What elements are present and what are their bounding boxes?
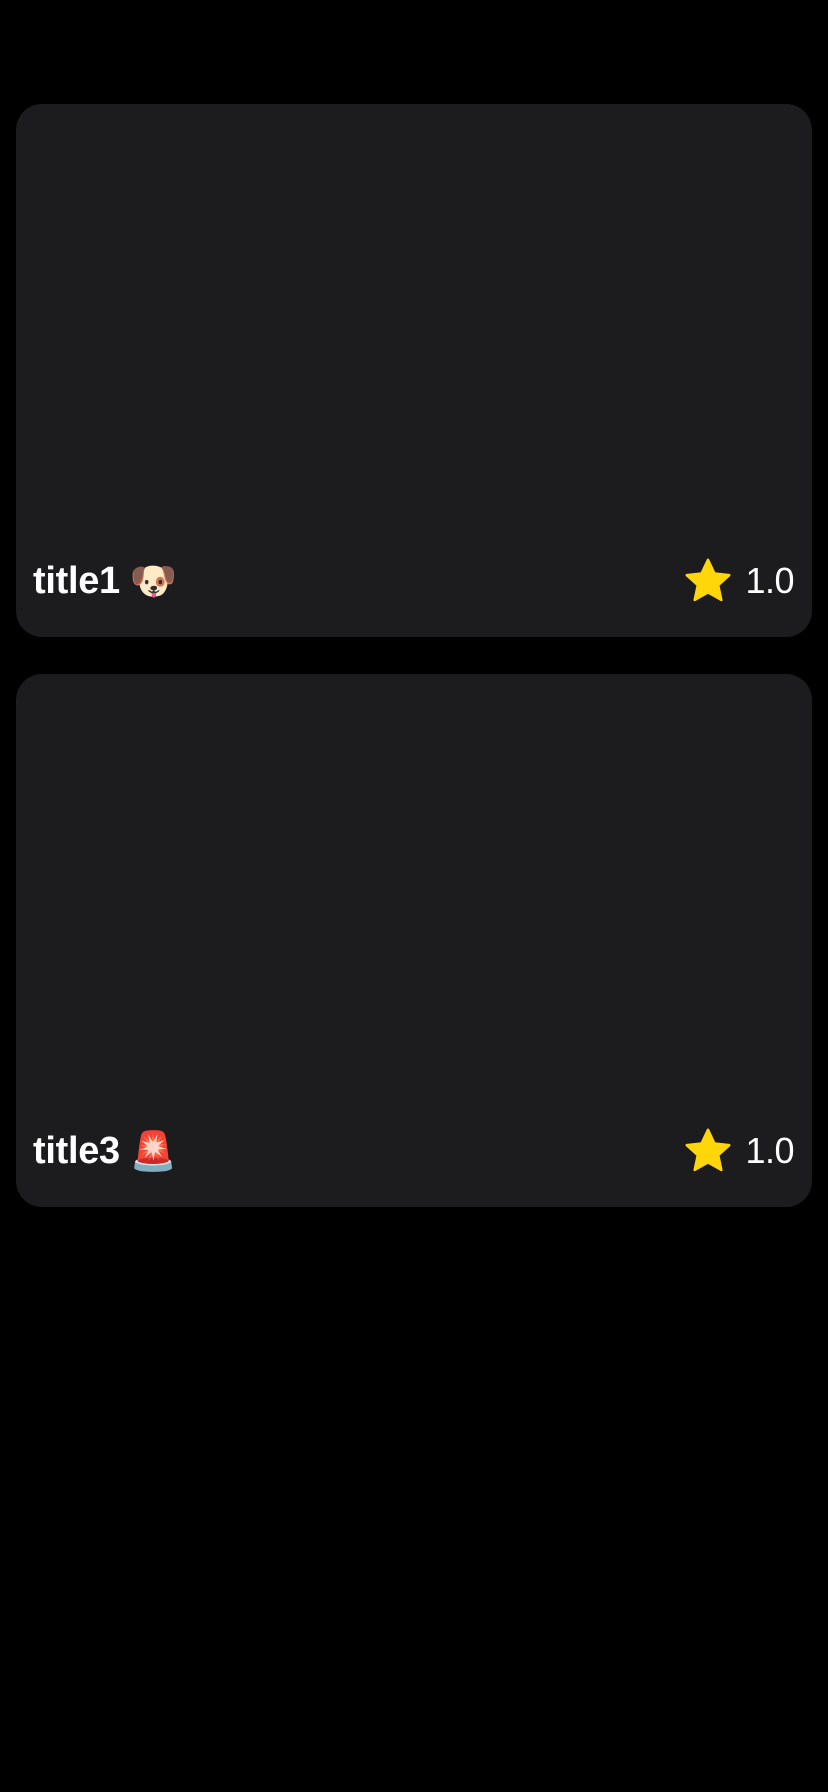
rating: 1.0 bbox=[683, 556, 794, 606]
card-title-group: title1 🐶 bbox=[33, 562, 177, 600]
card-title-group: title3 🚨 bbox=[33, 1132, 177, 1170]
card-footer: title1 🐶 1.0 bbox=[33, 553, 794, 609]
star-icon bbox=[685, 558, 731, 602]
siren-light-icon: 🚨 bbox=[129, 1129, 178, 1173]
rating-value: 1.0 bbox=[745, 560, 794, 601]
rating-value: 1.0 bbox=[745, 1130, 794, 1171]
screen: title1 🐶 1.0 title3 🚨 1.0 bbox=[0, 0, 828, 1792]
card-title1[interactable]: title1 🐶 1.0 bbox=[16, 104, 812, 637]
dog-face-icon: 🐶 bbox=[129, 559, 178, 603]
card-title: title1 bbox=[33, 560, 120, 602]
card-list: title1 🐶 1.0 title3 🚨 1.0 bbox=[16, 104, 812, 1244]
card-title: title3 bbox=[33, 1130, 120, 1172]
star-icon bbox=[685, 1128, 731, 1172]
rating: 1.0 bbox=[683, 1126, 794, 1176]
card-footer: title3 🚨 1.0 bbox=[33, 1123, 794, 1179]
card-title3[interactable]: title3 🚨 1.0 bbox=[16, 674, 812, 1207]
